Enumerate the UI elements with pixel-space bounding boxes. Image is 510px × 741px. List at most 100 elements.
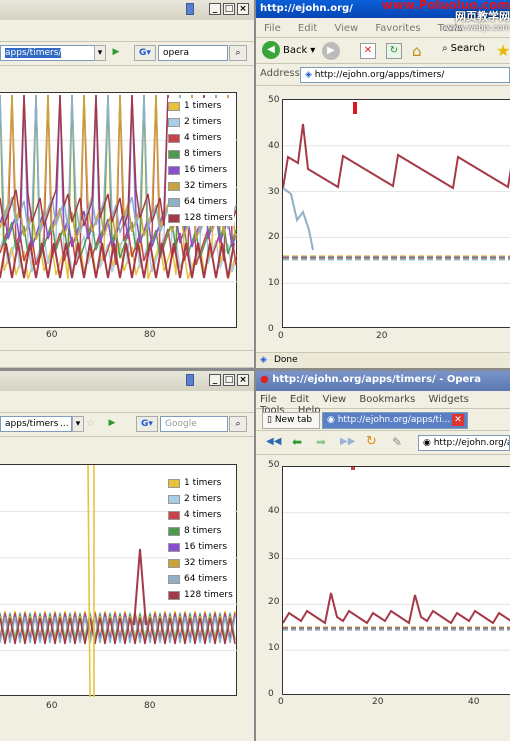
bottom-left-toolbar xyxy=(0,391,254,413)
favorites-star-icon[interactable]: ★ xyxy=(496,41,510,60)
legend-label: 4 timers xyxy=(184,510,222,520)
status-bar: ◈ Done xyxy=(256,352,510,368)
top-right-chart-svg xyxy=(282,102,510,284)
legend-item: 8 timers xyxy=(168,523,234,539)
bottom-left-window: _ □ × apps/timers/ ... ▾ ☆ ▶ G▾ Google ⌕… xyxy=(0,371,254,741)
menu-edit[interactable]: Edit xyxy=(290,394,309,405)
google-icon[interactable]: G▾ xyxy=(136,416,158,432)
search-input[interactable]: opera xyxy=(158,45,228,61)
bottom-right-titlebar[interactable]: ● http://ejohn.org/apps/timers/ - Opera xyxy=(256,371,510,391)
series-line xyxy=(282,123,510,190)
top-left-window: _ □ × apps/timers/ ▾ ▶ G▾ opera ⌕ 1 time… xyxy=(0,0,254,368)
legend-label: 32 timers xyxy=(184,558,228,568)
back-button[interactable]: ◀ Back ▾ xyxy=(262,41,315,59)
reload-icon[interactable]: ↻ xyxy=(366,434,377,449)
bottom-right-window: ● http://ejohn.org/apps/timers/ - Opera … xyxy=(256,371,510,741)
y-tick-label: 20 xyxy=(268,232,280,243)
top-left-legend: 1 timers 2 timers 4 timers 8 timers 16 timer… xyxy=(168,98,234,226)
maximize-button[interactable]: □ xyxy=(223,374,235,386)
menu-bookmarks[interactable]: Bookmarks xyxy=(359,394,415,405)
forward-icon[interactable]: ▶ xyxy=(322,42,340,60)
ie-toolbar: ◀ Back ▾ ▶ ✕ ↻ ⌂ ⌕ Search ★ xyxy=(256,38,510,64)
minimize-button[interactable]: _ xyxy=(209,3,221,15)
tab-active[interactable]: ◉ http://ejohn.org/apps/ti... xyxy=(322,412,468,429)
address-bar: Address ◈ http://ejohn.org/apps/timers/ xyxy=(256,64,510,86)
menu-edit[interactable]: Edit xyxy=(298,23,317,34)
address-input[interactable]: ◉ http://ejohn.org/a xyxy=(418,435,510,451)
legend-swatch xyxy=(168,213,180,223)
legend-item: 8 timers xyxy=(168,146,234,162)
opera-logo-icon: ● xyxy=(260,374,269,385)
back-icon[interactable]: ⬅ xyxy=(292,435,302,449)
close-button[interactable]: × xyxy=(237,374,249,386)
nav-bar: ◀◀ ⬅ ➡ ▶▶ ↻ ✎ ◉ http://ejohn.org/a xyxy=(256,431,510,455)
marker xyxy=(353,102,357,114)
menu-view[interactable]: View xyxy=(322,394,346,405)
fast-forward-icon[interactable]: ▶▶ xyxy=(340,436,355,447)
maximize-button[interactable]: □ xyxy=(223,3,235,15)
top-left-titlebar[interactable]: _ □ × xyxy=(0,0,254,20)
legend-item: 2 timers xyxy=(168,491,234,507)
window-divider xyxy=(0,368,510,371)
url-dropdown-button[interactable]: ▾ xyxy=(94,45,106,61)
close-button[interactable]: × xyxy=(237,3,249,15)
forward-icon[interactable]: ➡ xyxy=(316,435,326,449)
legend-label: 64 timers xyxy=(184,574,228,584)
home-icon[interactable]: ⌂ xyxy=(412,42,430,60)
bookmark-star-icon[interactable]: ☆ xyxy=(86,418,95,429)
url-input[interactable]: apps/timers/ xyxy=(0,45,104,61)
legend-item: 128 timers xyxy=(168,587,234,603)
y-tick-label: 0 xyxy=(268,689,274,699)
minimize-button[interactable]: _ xyxy=(209,374,221,386)
go-icon[interactable]: ▶ xyxy=(104,416,120,432)
x-tick-label: 80 xyxy=(144,330,156,340)
menu-view[interactable]: View xyxy=(334,23,358,34)
watermark-line3: www.webjx.com xyxy=(445,23,510,32)
refresh-icon[interactable]: ↻ xyxy=(386,43,402,59)
scroll-thumb-icon[interactable] xyxy=(186,374,194,386)
series-line xyxy=(282,187,314,251)
menu-widgets[interactable]: Widgets xyxy=(428,394,468,405)
legend-label: 16 timers xyxy=(184,165,228,175)
search-button[interactable]: ⌕ Search xyxy=(442,43,485,54)
y-tick-label: 30 xyxy=(268,551,280,562)
rewind-icon[interactable]: ◀◀ xyxy=(266,436,281,447)
stop-icon[interactable]: ✕ xyxy=(360,43,376,59)
tab-close-icon[interactable]: ✕ xyxy=(452,414,464,426)
legend-item: 16 timers xyxy=(168,162,234,178)
y-tick-label: 10 xyxy=(268,278,280,289)
bottom-left-legend: 1 timers 2 timers 4 timers 8 timers 16 timer… xyxy=(168,475,234,603)
magnifier-icon: ⌕ xyxy=(442,43,448,54)
series-line xyxy=(282,592,510,625)
search-icon[interactable]: ⌕ xyxy=(229,416,247,432)
menu-file[interactable]: File xyxy=(264,23,281,34)
google-icon[interactable]: G▾ xyxy=(134,45,156,61)
legend-swatch xyxy=(168,526,180,536)
legend-label: 32 timers xyxy=(184,181,228,191)
series-line xyxy=(87,464,91,698)
legend-label: 128 timers xyxy=(184,213,233,223)
url-dropdown-button[interactable]: ▾ xyxy=(72,416,84,432)
go-icon[interactable]: ▶ xyxy=(108,45,124,61)
url-more[interactable]: ... xyxy=(58,416,72,432)
legend-item: 4 timers xyxy=(168,130,234,146)
tab-new[interactable]: ▯ New tab xyxy=(262,412,320,429)
legend-item: 32 timers xyxy=(168,178,234,194)
menu-file[interactable]: File xyxy=(260,394,277,405)
legend-item: 16 timers xyxy=(168,539,234,555)
tab-bar: ▯ New tab ◉ http://ejohn.org/apps/ti... … xyxy=(256,409,510,431)
edit-icon[interactable]: ✎ xyxy=(392,435,402,449)
page-icon: ◈ xyxy=(305,70,315,80)
scroll-thumb-icon[interactable] xyxy=(186,3,194,15)
legend-item: 1 timers xyxy=(168,475,234,491)
marker xyxy=(351,467,355,470)
address-input[interactable]: ◈ http://ejohn.org/apps/timers/ xyxy=(300,67,510,83)
search-input[interactable]: Google xyxy=(160,416,228,432)
legend-label: 8 timers xyxy=(184,526,222,536)
search-icon[interactable]: ⌕ xyxy=(229,45,247,61)
back-arrow-icon: ◀ xyxy=(262,41,280,59)
y-tick-label: 20 xyxy=(268,597,280,608)
watermark-line2: 网页教学网 xyxy=(455,10,510,23)
bottom-right-chart-svg xyxy=(282,467,510,651)
bottom-left-titlebar[interactable]: _ □ × xyxy=(0,371,254,391)
